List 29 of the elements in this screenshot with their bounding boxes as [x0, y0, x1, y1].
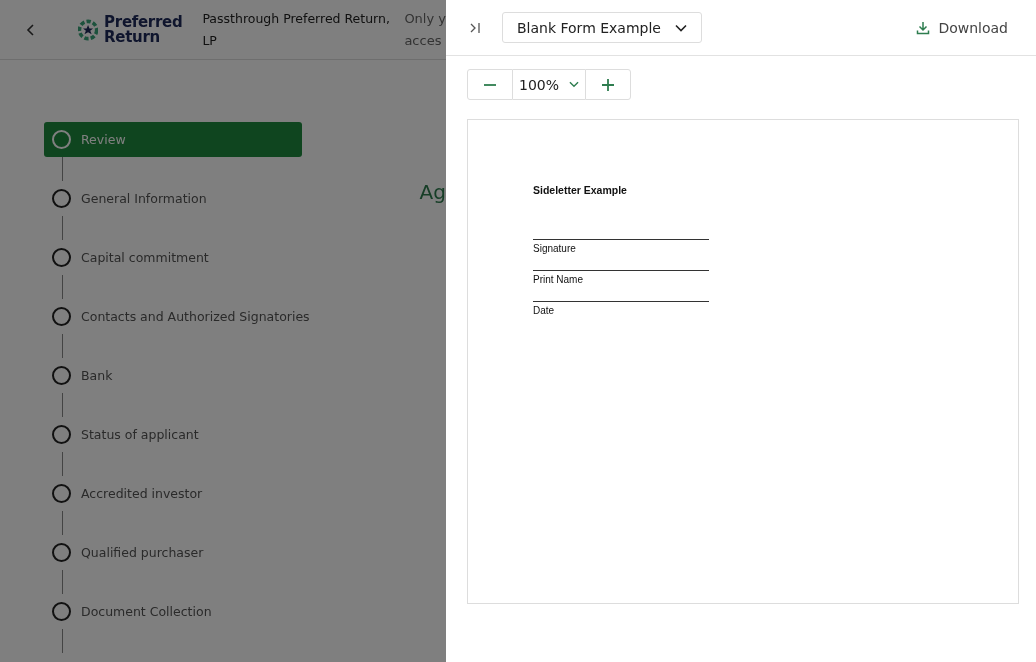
plus-icon	[601, 77, 615, 92]
download-button[interactable]: Download	[910, 18, 1014, 37]
document-title: Sideletter Example	[533, 184, 628, 196]
step-item[interactable]: Review	[44, 122, 302, 157]
download-icon	[916, 20, 931, 35]
step-item[interactable]: Qualified purchaser	[44, 535, 302, 570]
field-label: Print Name	[533, 274, 583, 285]
notice-text: Only y	[404, 9, 446, 28]
chevron-down-icon	[674, 23, 687, 32]
section-heading: Ag	[419, 180, 446, 206]
minus-icon	[484, 83, 496, 86]
brand-name: Preferred Return	[104, 14, 183, 45]
notice-text: acces	[404, 31, 443, 50]
zoom-select[interactable]: 100%	[513, 69, 585, 100]
field-label: Signature	[533, 243, 576, 254]
step-item[interactable]: Bank	[44, 358, 302, 393]
step-item[interactable]: Capital commitment	[44, 240, 302, 275]
step-item[interactable]: Status of applicant	[44, 417, 302, 452]
chevron-down-icon	[569, 81, 579, 88]
step-item[interactable]: Contacts and Authorized Signatories	[44, 299, 316, 334]
step-item[interactable]: General Information	[44, 181, 302, 216]
chevron-left-icon	[26, 22, 36, 37]
collapse-icon	[468, 21, 482, 34]
step-item[interactable]: Document Collection	[44, 594, 302, 629]
fund-name: Passthrough Preferred Return, LP	[202, 9, 391, 50]
document-select[interactable]: Blank Form Example	[502, 12, 702, 43]
step-item[interactable]: Accredited investor	[44, 476, 302, 511]
field-label: Date	[533, 305, 555, 316]
zoom-in-button[interactable]	[585, 69, 631, 100]
